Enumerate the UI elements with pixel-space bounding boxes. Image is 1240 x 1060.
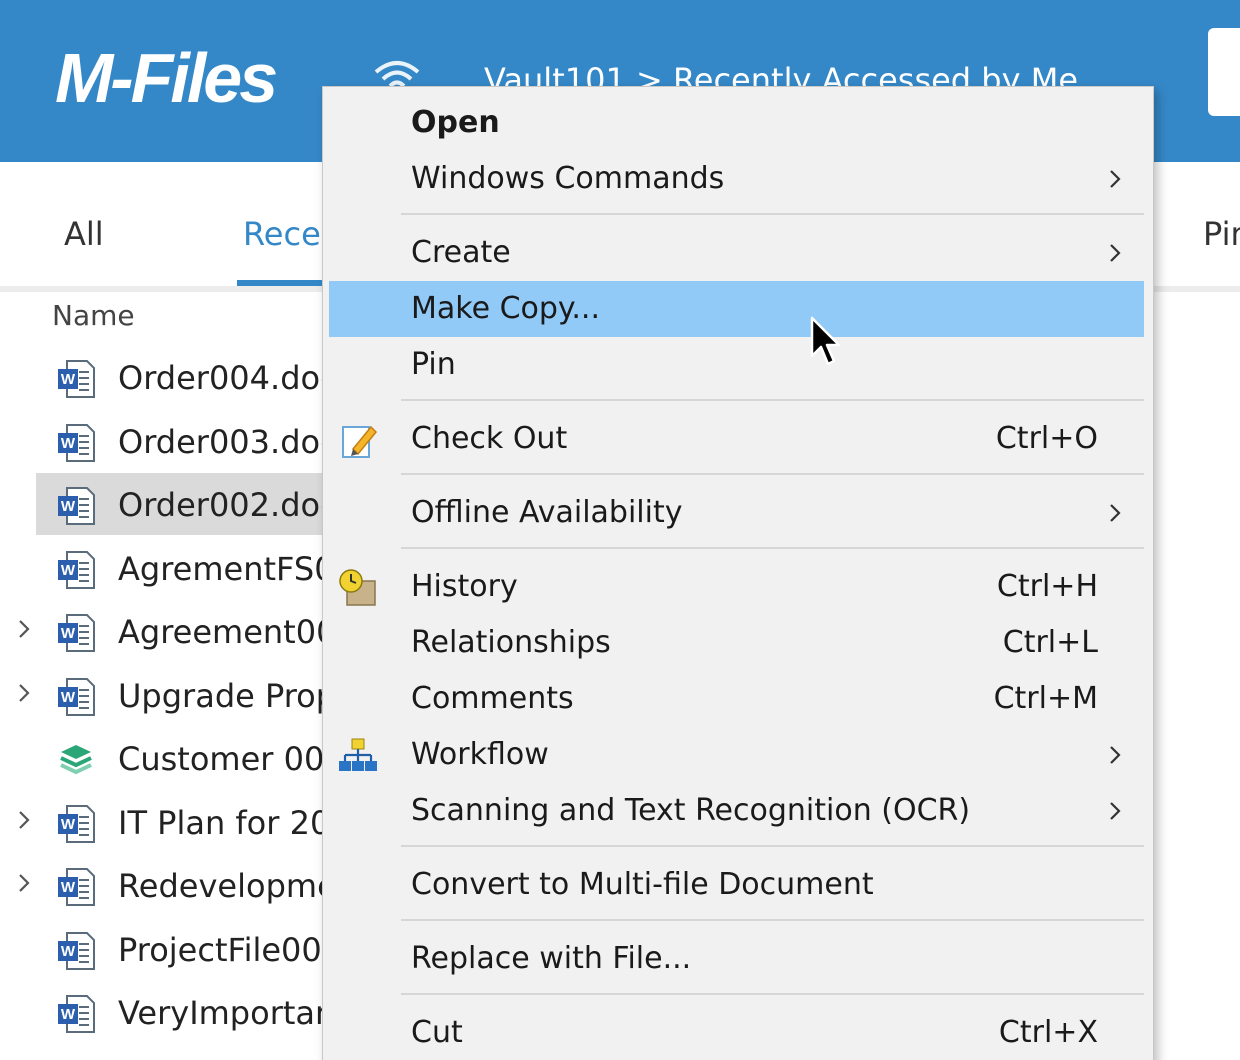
menu-item-label: Open bbox=[411, 105, 500, 140]
word-doc-icon: W bbox=[58, 678, 95, 716]
svg-text:W: W bbox=[61, 562, 76, 579]
menu-item-comments[interactable]: Comments Ctrl+M bbox=[329, 671, 1144, 727]
svg-text:W: W bbox=[61, 943, 76, 960]
menu-item-label: Pin bbox=[411, 347, 456, 382]
menu-item-shortcut: Ctrl+H bbox=[996, 569, 1098, 604]
menu-item-replace-with-file[interactable]: Replace with File... bbox=[329, 931, 1144, 987]
menu-item-label: Cut bbox=[411, 1015, 463, 1050]
chevron-right-icon bbox=[1110, 504, 1121, 522]
file-name: Order002.doc bbox=[118, 486, 338, 524]
mouse-pointer-icon bbox=[810, 316, 841, 366]
menu-item-history[interactable]: History Ctrl+H bbox=[329, 559, 1144, 615]
file-name: IT Plan for 202 bbox=[118, 804, 351, 842]
menu-item-label: Workflow bbox=[411, 737, 549, 772]
svg-text:W: W bbox=[61, 498, 76, 515]
file-name: Order004.doc bbox=[118, 359, 338, 397]
chevron-right-icon bbox=[1110, 170, 1121, 188]
menu-item-label: History bbox=[411, 569, 518, 604]
chevron-right-icon bbox=[1110, 746, 1121, 764]
context-menu: Open Windows Commands Create Make Copy..… bbox=[322, 86, 1154, 1060]
svg-text:W: W bbox=[61, 1006, 76, 1023]
tab-pinned[interactable]: Pin bbox=[1203, 212, 1240, 256]
word-doc-icon: W bbox=[58, 360, 95, 398]
file-name: Upgrade Prop bbox=[118, 677, 337, 715]
column-header-name[interactable]: Name bbox=[52, 296, 135, 336]
menu-item-pin[interactable]: Pin bbox=[329, 337, 1144, 393]
menu-item-label: Relationships bbox=[411, 625, 611, 660]
search-input[interactable] bbox=[1208, 28, 1240, 116]
chevron-right-icon bbox=[1110, 244, 1121, 262]
file-name: Order003.doc bbox=[118, 423, 338, 461]
menu-item-create[interactable]: Create bbox=[329, 225, 1144, 281]
menu-item-label: Offline Availability bbox=[411, 495, 683, 530]
menu-item-check-out[interactable]: Check Out Ctrl+O bbox=[329, 411, 1144, 467]
expand-chevron-icon[interactable] bbox=[14, 868, 34, 898]
menu-item-label: Convert to Multi-file Document bbox=[411, 867, 874, 902]
file-name: ProjectFile001 bbox=[118, 931, 343, 969]
menu-separator bbox=[401, 919, 1144, 921]
word-doc-icon: W bbox=[58, 487, 95, 525]
menu-item-cut[interactable]: Cut Ctrl+X bbox=[329, 1005, 1144, 1060]
word-doc-icon: W bbox=[58, 868, 95, 906]
app-window: M-Files Vault101 > Recently Accessed by … bbox=[0, 0, 1240, 1060]
workflow-icon bbox=[339, 738, 377, 771]
menu-separator bbox=[401, 473, 1144, 475]
history-icon bbox=[339, 569, 376, 606]
svg-text:W: W bbox=[61, 435, 76, 452]
file-name: VeryImportant bbox=[118, 994, 348, 1032]
word-doc-icon: W bbox=[58, 614, 95, 652]
menu-separator bbox=[401, 213, 1144, 215]
expand-chevron-icon[interactable] bbox=[14, 614, 34, 644]
menu-item-relationships[interactable]: Relationships Ctrl+L bbox=[329, 615, 1144, 671]
svg-text:W: W bbox=[61, 371, 76, 388]
file-name: Redevelopme bbox=[118, 867, 337, 905]
svg-text:W: W bbox=[61, 879, 76, 896]
file-name: Customer 007 bbox=[118, 740, 345, 778]
word-doc-icon: W bbox=[58, 551, 95, 589]
word-doc-icon: W bbox=[58, 932, 95, 970]
menu-item-offline-availability[interactable]: Offline Availability bbox=[329, 485, 1144, 541]
menu-item-shortcut: Ctrl+M bbox=[993, 681, 1098, 716]
check-out-icon bbox=[342, 425, 378, 458]
menu-item-shortcut: Ctrl+L bbox=[1002, 625, 1098, 660]
svg-text:W: W bbox=[61, 816, 76, 833]
menu-item-label: Comments bbox=[411, 681, 574, 716]
menu-item-open[interactable]: Open bbox=[329, 95, 1144, 151]
menu-item-label: Windows Commands bbox=[411, 161, 725, 196]
expand-chevron-icon[interactable] bbox=[14, 805, 34, 835]
menu-item-label: Replace with File... bbox=[411, 941, 692, 976]
chevron-right-icon bbox=[1110, 802, 1121, 820]
tab-all[interactable]: All bbox=[64, 212, 104, 256]
menu-item-make-copy[interactable]: Make Copy... bbox=[329, 281, 1144, 337]
menu-item-shortcut: Ctrl+O bbox=[995, 421, 1098, 456]
svg-text:W: W bbox=[61, 625, 76, 642]
word-doc-icon: W bbox=[58, 805, 95, 843]
customer-stack-icon bbox=[60, 745, 92, 775]
tab-recently-accessed[interactable]: Rece bbox=[243, 212, 321, 256]
menu-item-windows-commands[interactable]: Windows Commands bbox=[329, 151, 1144, 207]
menu-item-shortcut: Ctrl+X bbox=[998, 1015, 1098, 1050]
menu-item-workflow[interactable]: Workflow bbox=[329, 727, 1144, 783]
menu-item-label: Scanning and Text Recognition (OCR) bbox=[411, 793, 971, 828]
m-files-logo: M-Files bbox=[55, 39, 278, 117]
svg-text:W: W bbox=[61, 689, 76, 706]
menu-item-convert-multi-file[interactable]: Convert to Multi-file Document bbox=[329, 857, 1144, 913]
menu-item-label: Create bbox=[411, 235, 511, 270]
menu-item-label: Make Copy... bbox=[411, 291, 600, 326]
menu-separator bbox=[401, 547, 1144, 549]
menu-item-label: Check Out bbox=[411, 421, 568, 456]
expand-chevron-icon[interactable] bbox=[14, 678, 34, 708]
menu-separator bbox=[401, 845, 1144, 847]
menu-item-scanning-ocr[interactable]: Scanning and Text Recognition (OCR) bbox=[329, 783, 1144, 839]
file-name: Agreement002 bbox=[118, 613, 357, 651]
word-doc-icon: W bbox=[58, 995, 95, 1033]
word-doc-icon: W bbox=[58, 424, 95, 462]
menu-separator bbox=[401, 993, 1144, 995]
menu-separator bbox=[401, 399, 1144, 401]
file-name: AgrementFS01 bbox=[118, 550, 355, 588]
